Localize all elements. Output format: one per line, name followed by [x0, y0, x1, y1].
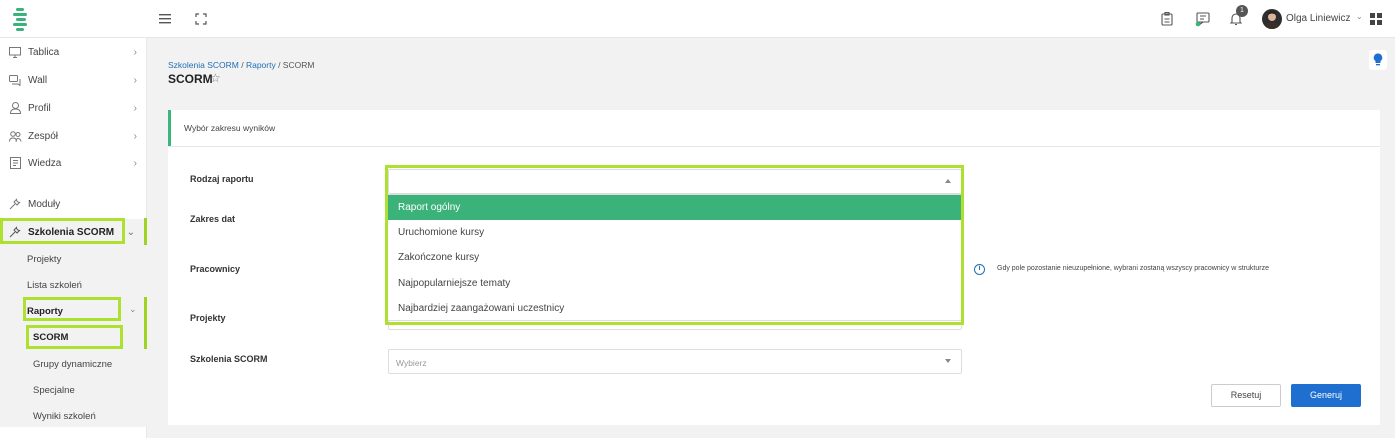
highlight-frame [0, 218, 125, 244]
apps-grid-icon[interactable] [1368, 11, 1384, 27]
sidebar-item-label: Profil [28, 102, 51, 114]
star-icon[interactable]: ☆ [210, 71, 221, 85]
divider [168, 146, 1380, 147]
reset-button[interactable]: Resetuj [1211, 384, 1281, 407]
highlight-frame [26, 325, 123, 349]
sidebar-sub-projekty[interactable]: Projekty [27, 254, 61, 265]
caret-down-icon [945, 359, 951, 363]
label-date-range: Zakres dat [190, 214, 236, 224]
sidebar-item-label: Moduły [28, 198, 61, 210]
highlight-frame [23, 297, 121, 321]
chevron-down-icon[interactable]: ⌄ [1356, 12, 1363, 21]
breadcrumb-link-raporty[interactable]: Raporty [246, 60, 276, 70]
user-name[interactable]: Olga Liniewicz [1286, 13, 1350, 24]
fullscreen-icon[interactable] [193, 11, 209, 27]
info-text: Gdy pole pozostanie nieuzupełnione, wybr… [997, 265, 1269, 272]
sidebar-item-label: Tablica [28, 46, 60, 58]
chevron-right-icon: › [133, 102, 137, 114]
lightbulb-icon[interactable] [1369, 50, 1387, 70]
report-filter-card: Wybór zakresu wyników Rodzaj raportu Zak… [168, 110, 1380, 425]
select-placeholder: Wybierz [396, 358, 427, 368]
card-header: Wybór zakresu wyników [168, 110, 1380, 146]
label-projects: Projekty [190, 313, 226, 323]
sidebar-item-moduly[interactable]: Moduły [0, 191, 147, 217]
breadcrumb: Szkolenia SCORM / Raporty / SCORM [168, 60, 315, 70]
chat-bubbles-icon [8, 73, 22, 87]
sidebar: Tablica › Wall › Profil › Zespół › Wiedz… [0, 38, 147, 438]
book-icon [8, 156, 22, 170]
sidebar-item-wall[interactable]: Wall › [0, 67, 147, 93]
active-indicator [144, 218, 147, 245]
scorm-trainings-select[interactable]: Wybierz [388, 349, 962, 374]
chevron-right-icon: › [133, 130, 137, 142]
sidebar-report-grupy-dynamiczne[interactable]: Grupy dynamiczne [33, 359, 112, 370]
label-scorm-trainings: Szkolenia SCORM [190, 354, 268, 364]
info-icon: i [974, 264, 985, 275]
label-employees: Pracownicy [190, 264, 241, 274]
wrench-icon [8, 197, 22, 211]
sidebar-sub-lista-szkolen[interactable]: Lista szkoleń [27, 280, 82, 291]
active-indicator [144, 297, 147, 349]
chevron-right-icon: › [133, 46, 137, 58]
sidebar-report-specjalne[interactable]: Specjalne [33, 385, 75, 396]
chevron-right-icon: › [133, 157, 137, 169]
chat-icon[interactable] [1195, 11, 1211, 27]
clipboard-icon[interactable] [1159, 11, 1175, 27]
sidebar-item-wiedza[interactable]: Wiedza › [0, 150, 147, 176]
notification-badge: 1 [1236, 5, 1248, 17]
sidebar-item-label: Wiedza [28, 157, 62, 169]
chevron-right-icon: › [133, 74, 137, 86]
chevron-down-icon: ⌄ [129, 304, 137, 314]
breadcrumb-link-szkolenia[interactable]: Szkolenia SCORM [168, 60, 239, 70]
sidebar-item-label: Zespół [28, 130, 59, 142]
card-header-title: Wybór zakresu wyników [184, 123, 276, 133]
chevron-down-icon: ⌄ [126, 226, 135, 238]
sidebar-item-profil[interactable]: Profil › [0, 95, 147, 121]
generate-button[interactable]: Generuj [1291, 384, 1361, 407]
highlight-frame [385, 165, 964, 325]
label-report-type: Rodzaj raportu [190, 174, 254, 184]
sidebar-item-label: Wall [28, 74, 48, 86]
team-icon [8, 129, 22, 143]
user-icon [8, 101, 22, 115]
hamburger-menu-icon[interactable] [157, 11, 173, 27]
app-logo-icon[interactable] [8, 6, 34, 32]
page-title: SCORM [168, 72, 213, 86]
sidebar-item-tablica[interactable]: Tablica › [0, 39, 147, 65]
sidebar-report-wyniki-szkolen[interactable]: Wyniki szkoleń [33, 411, 96, 422]
avatar[interactable] [1262, 9, 1282, 29]
sidebar-item-zespol[interactable]: Zespół › [0, 123, 147, 149]
monitor-icon [8, 45, 22, 59]
top-bar: 1 Olga Liniewicz ⌄ [0, 0, 1395, 38]
